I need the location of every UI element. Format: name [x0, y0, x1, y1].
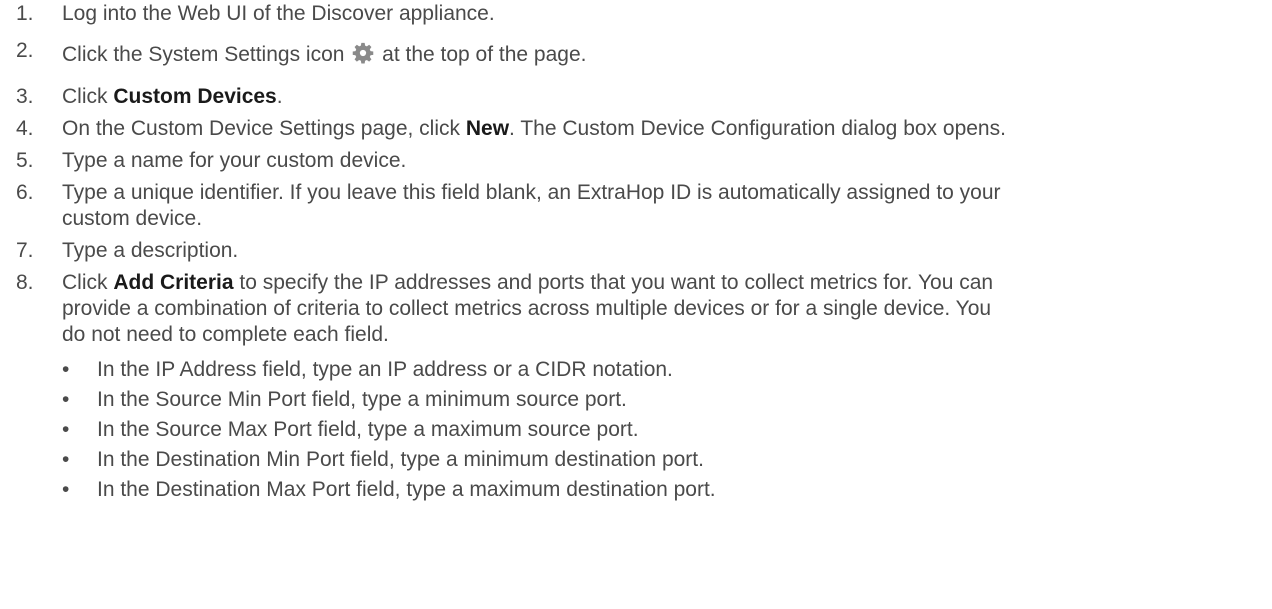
gear-icon	[353, 42, 374, 64]
step-text: Click Custom Devices.	[62, 85, 283, 108]
list-item-text: In the Source Min Port field, type a min…	[97, 388, 627, 411]
list-item-text: In the Destination Max Port field, type …	[97, 478, 716, 501]
step-text: Type a name for your custom device.	[62, 149, 407, 172]
list-item-text: In the IP Address field, type an IP addr…	[97, 358, 673, 381]
list-item-text: In the Destination Min Port field, type …	[97, 448, 704, 471]
bullet-marker: •	[62, 358, 70, 381]
ui-term-new: New	[465, 117, 510, 140]
step-text: On the Custom Device Settings page, clic…	[62, 117, 1006, 140]
step-number: 7.	[16, 239, 34, 262]
step-text-before: Click the System Settings icon	[62, 43, 345, 66]
step-text: Log into the Web UI of the Discover appl…	[62, 2, 495, 25]
step-number: 3.	[16, 85, 34, 108]
step-number: 4.	[16, 117, 34, 140]
step-number: 8.	[16, 271, 34, 294]
bullet-marker: •	[62, 448, 70, 471]
step-text: Click the System Settings icon at the to…	[62, 41, 1272, 69]
bullet-marker: •	[62, 388, 70, 411]
ui-term-custom-devices: Custom Devices	[113, 85, 277, 108]
step-number: 6.	[16, 181, 34, 204]
list-item-text: In the Source Max Port field, type a max…	[97, 418, 639, 441]
step-number: 5.	[16, 149, 34, 172]
bullet-marker: •	[62, 478, 70, 501]
step-number: 2.	[16, 39, 34, 62]
step-number: 1.	[16, 2, 34, 25]
step-text: Type a description.	[62, 239, 239, 262]
bullet-marker: •	[62, 418, 70, 441]
step-text-after: at the top of the page.	[382, 43, 587, 66]
ui-term-add-criteria: Add Criteria	[113, 271, 234, 294]
